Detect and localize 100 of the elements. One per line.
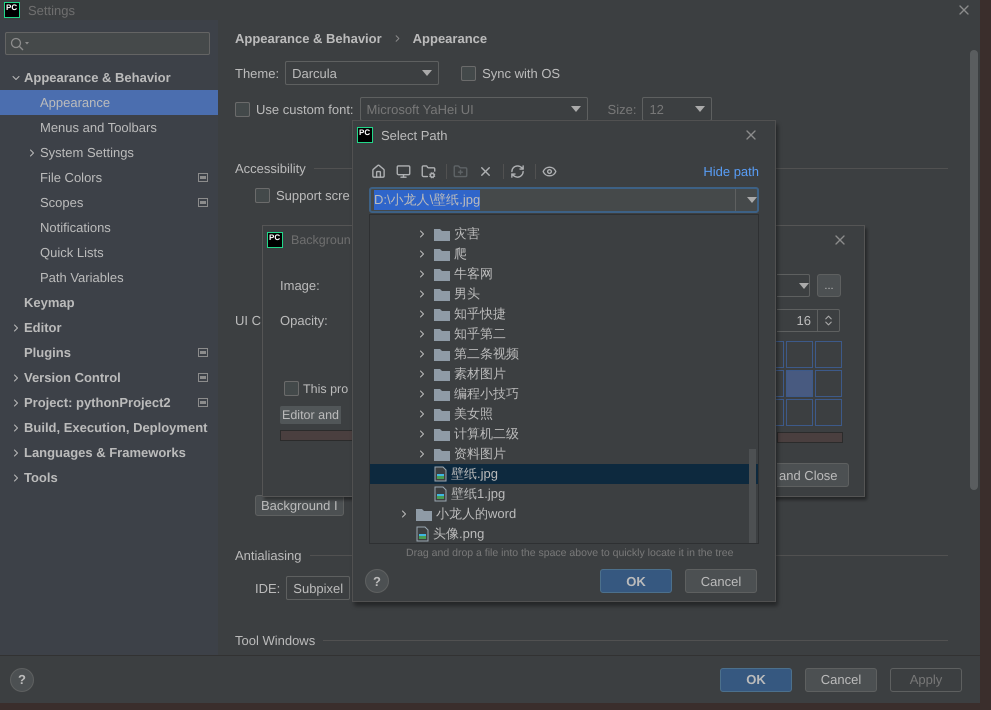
sidebar-item[interactable]: Keymap xyxy=(0,290,218,315)
anchor-cell[interactable] xyxy=(786,399,813,426)
checkbox[interactable] xyxy=(461,66,476,80)
dialog-title: Select Path xyxy=(381,128,448,142)
image-label: Image: xyxy=(280,278,321,293)
folder-icon xyxy=(434,328,450,340)
dialog-button[interactable]: Cancel xyxy=(805,668,877,692)
checkbox[interactable] xyxy=(235,102,250,116)
tree-item[interactable]: 知乎快捷 xyxy=(370,304,758,324)
sidebar-item[interactable]: File Colors xyxy=(0,165,218,190)
dialog-button[interactable]: Cancel xyxy=(685,569,757,593)
tree-item[interactable]: 牛客网 xyxy=(370,264,758,284)
tree-item[interactable]: 男头 xyxy=(370,284,758,304)
refresh-icon[interactable] xyxy=(510,164,525,178)
browse-button[interactable]: ... xyxy=(817,274,841,297)
folder-icon xyxy=(434,228,450,240)
tree-item[interactable]: 编程小技巧 xyxy=(370,384,758,404)
folder-icon xyxy=(434,388,450,400)
this-project-label: This pro xyxy=(303,382,348,396)
ide-dropdown[interactable]: Subpixel xyxy=(286,576,350,600)
search-field[interactable] xyxy=(5,32,210,55)
eye-icon[interactable] xyxy=(542,164,557,178)
scrollbar[interactable] xyxy=(970,50,978,490)
opacity-spinner[interactable]: 16 xyxy=(777,309,840,332)
scrollbar[interactable] xyxy=(749,449,756,543)
ide-label: IDE: xyxy=(255,580,280,596)
sidebar-item[interactable]: Quick Lists xyxy=(0,240,218,265)
tree-item[interactable]: 壁纸.jpg xyxy=(370,464,758,484)
folder-icon xyxy=(416,508,432,520)
dialog-button[interactable]: OK xyxy=(720,668,792,692)
size-label: Size: xyxy=(608,102,636,116)
tree-item[interactable]: 美女照 xyxy=(370,404,758,424)
folder-icon[interactable] xyxy=(421,164,436,178)
section-title: Antialiasing xyxy=(235,548,302,563)
image-dropdown-arrow[interactable] xyxy=(777,274,810,297)
app-logo: PC xyxy=(357,127,373,143)
sidebar-item[interactable]: Menus and Toolbars xyxy=(0,115,218,140)
tab[interactable]: Editor and xyxy=(280,406,341,424)
help-button[interactable]: ? xyxy=(10,668,34,692)
anchor-cell[interactable] xyxy=(815,370,842,397)
section-title: Tool Windows xyxy=(235,633,316,648)
section-title: UI C xyxy=(235,313,261,328)
sidebar-item[interactable]: Editor xyxy=(0,315,218,340)
dialog-button[interactable]: OK xyxy=(600,569,672,593)
breadcrumb-item[interactable]: Appearance & Behavior xyxy=(235,30,382,46)
folder-icon xyxy=(434,368,450,380)
apply-close-button[interactable]: and Close xyxy=(777,463,849,487)
help-button[interactable]: ? xyxy=(365,569,389,593)
custom-font-label: Use custom font: xyxy=(256,102,354,116)
tree-item[interactable]: 资料图片 xyxy=(370,444,758,464)
anchor-cell[interactable] xyxy=(786,341,813,368)
home-icon[interactable] xyxy=(371,164,386,178)
checkbox[interactable] xyxy=(255,188,270,203)
sidebar-item[interactable]: Notifications xyxy=(0,215,218,240)
tree-item[interactable]: 计算机二级 xyxy=(370,424,758,444)
theme-label: Theme: xyxy=(235,66,280,80)
sidebar-item[interactable]: Version Control xyxy=(0,365,218,390)
sidebar-item[interactable]: Project: pythonProject2 xyxy=(0,390,218,415)
checkbox[interactable] xyxy=(284,381,299,396)
sidebar-item[interactable]: Languages & Frameworks xyxy=(0,440,218,465)
breadcrumb-item: Appearance xyxy=(412,30,488,46)
tree-item[interactable]: 小龙人的word xyxy=(370,504,758,524)
monitor-icon[interactable] xyxy=(396,164,411,178)
sync-label: Sync with OS xyxy=(482,66,560,80)
sidebar-item[interactable]: Plugins xyxy=(0,340,218,365)
sidebar-item[interactable]: Build, Execution, Deployment xyxy=(0,415,218,440)
section-title: Accessibility xyxy=(235,161,306,176)
caret-icon xyxy=(570,106,581,112)
path-field[interactable]: D:\小龙人\壁纸.jpg xyxy=(369,187,759,213)
folder-icon xyxy=(434,248,450,260)
app-logo: PC xyxy=(4,2,20,18)
sidebar-item[interactable]: Scopes xyxy=(0,190,218,215)
hide-path-link[interactable]: Hide path xyxy=(703,164,759,178)
preview-strip xyxy=(777,432,843,443)
folder-icon xyxy=(434,448,450,460)
anchor-cell[interactable] xyxy=(786,370,813,397)
tree-item[interactable]: 第二条视频 xyxy=(370,344,758,364)
sidebar-item[interactable]: Path Variables xyxy=(0,265,218,290)
tree-item[interactable]: 爬 xyxy=(370,244,758,264)
anchor-cell[interactable] xyxy=(815,341,842,368)
caret-icon xyxy=(695,106,706,112)
caret-icon xyxy=(747,197,757,203)
folder-icon xyxy=(434,308,450,320)
app-logo: PC xyxy=(267,232,283,248)
caret-icon xyxy=(799,282,809,288)
sidebar-item[interactable]: System Settings xyxy=(0,140,218,165)
tree-item[interactable]: 壁纸1.jpg xyxy=(370,484,758,504)
tree-item[interactable]: 知乎第二 xyxy=(370,324,758,344)
search-icon xyxy=(10,36,30,50)
background-image-button[interactable]: Background I xyxy=(255,495,344,516)
tree-item[interactable]: 灾害 xyxy=(370,224,758,244)
image-file-icon xyxy=(434,486,447,502)
folder-icon xyxy=(434,288,450,300)
caret-icon xyxy=(422,70,432,76)
sidebar-item[interactable]: Tools xyxy=(0,465,218,490)
sidebar-item[interactable]: Appearance & Behavior xyxy=(0,65,218,90)
tree-item[interactable]: 头像.png xyxy=(370,524,758,543)
tree-item[interactable]: 素材图片 xyxy=(370,364,758,384)
theme-dropdown[interactable]: Darcula xyxy=(285,61,440,85)
anchor-cell[interactable] xyxy=(815,399,842,426)
